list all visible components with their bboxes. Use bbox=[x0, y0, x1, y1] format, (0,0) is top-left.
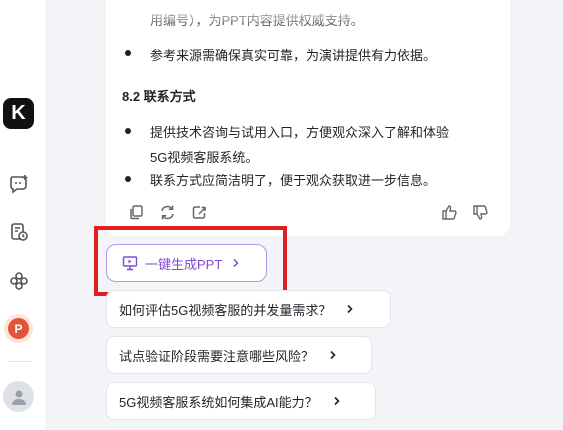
avatar-icon[interactable] bbox=[3, 381, 34, 412]
bullet-text-contact-2: 联系方式应简洁明了，便于观众获取进一步信息。 bbox=[150, 173, 437, 188]
section-heading: 8.2 联系方式 bbox=[122, 89, 196, 104]
copy-icon[interactable] bbox=[126, 202, 146, 222]
chevron-right-icon bbox=[345, 304, 355, 314]
thumbs-down-icon[interactable] bbox=[470, 202, 490, 222]
bullet-dot bbox=[125, 50, 131, 56]
chevron-right-icon bbox=[231, 258, 241, 268]
bullet-text-source: 参考来源需确保真实可靠，为演讲提供有力依据。 bbox=[150, 48, 437, 63]
chevron-right-icon bbox=[332, 396, 342, 406]
apps-icon[interactable] bbox=[5, 267, 33, 295]
bullet-dot bbox=[125, 128, 131, 134]
share-icon[interactable] bbox=[189, 202, 209, 222]
suggestion-chip[interactable]: 5G视频客服系统如何集成AI能力？ bbox=[106, 382, 376, 420]
bullet-dot bbox=[125, 176, 131, 182]
suggestion-chip[interactable]: 如何评估5G视频客服的并发量需求？ bbox=[106, 290, 391, 328]
suggestion-text: 如何评估5G视频客服的并发量需求？ bbox=[119, 302, 332, 318]
new-chat-icon[interactable] bbox=[5, 170, 33, 198]
history-icon[interactable] bbox=[5, 218, 33, 246]
sidebar-divider bbox=[8, 361, 32, 362]
left-sidebar: K P bbox=[0, 0, 47, 430]
ppt-letter: P bbox=[14, 321, 23, 336]
suggestion-text: 5G视频客服系统如何集成AI能力？ bbox=[119, 394, 318, 410]
generate-ppt-button[interactable]: 一键生成PPT bbox=[106, 244, 267, 282]
suggestion-chip[interactable]: 试点验证阶段需要注意哪些风险？ bbox=[106, 336, 372, 374]
regenerate-icon[interactable] bbox=[157, 202, 177, 222]
thumbs-up-icon[interactable] bbox=[439, 202, 459, 222]
bullet-text-contact-1b: 5G视频客服系统。 bbox=[150, 150, 259, 165]
suggestion-text: 试点验证阶段需要注意哪些风险？ bbox=[119, 348, 315, 364]
bullet-text-contact-1a: 提供技术咨询与试用入口，方便观众深入了解和体验 bbox=[150, 125, 450, 140]
faded-text-line: 用编号），为PPT内容提供权威支持。 bbox=[150, 13, 364, 28]
logo-letter: K bbox=[11, 102, 26, 124]
chevron-right-icon bbox=[328, 350, 338, 360]
assistant-message-card bbox=[106, 0, 510, 236]
app-logo[interactable]: K bbox=[3, 98, 34, 129]
presentation-icon bbox=[122, 255, 138, 271]
generate-ppt-label: 一键生成PPT bbox=[145, 256, 223, 272]
ppt-app-icon[interactable]: P bbox=[4, 314, 33, 343]
